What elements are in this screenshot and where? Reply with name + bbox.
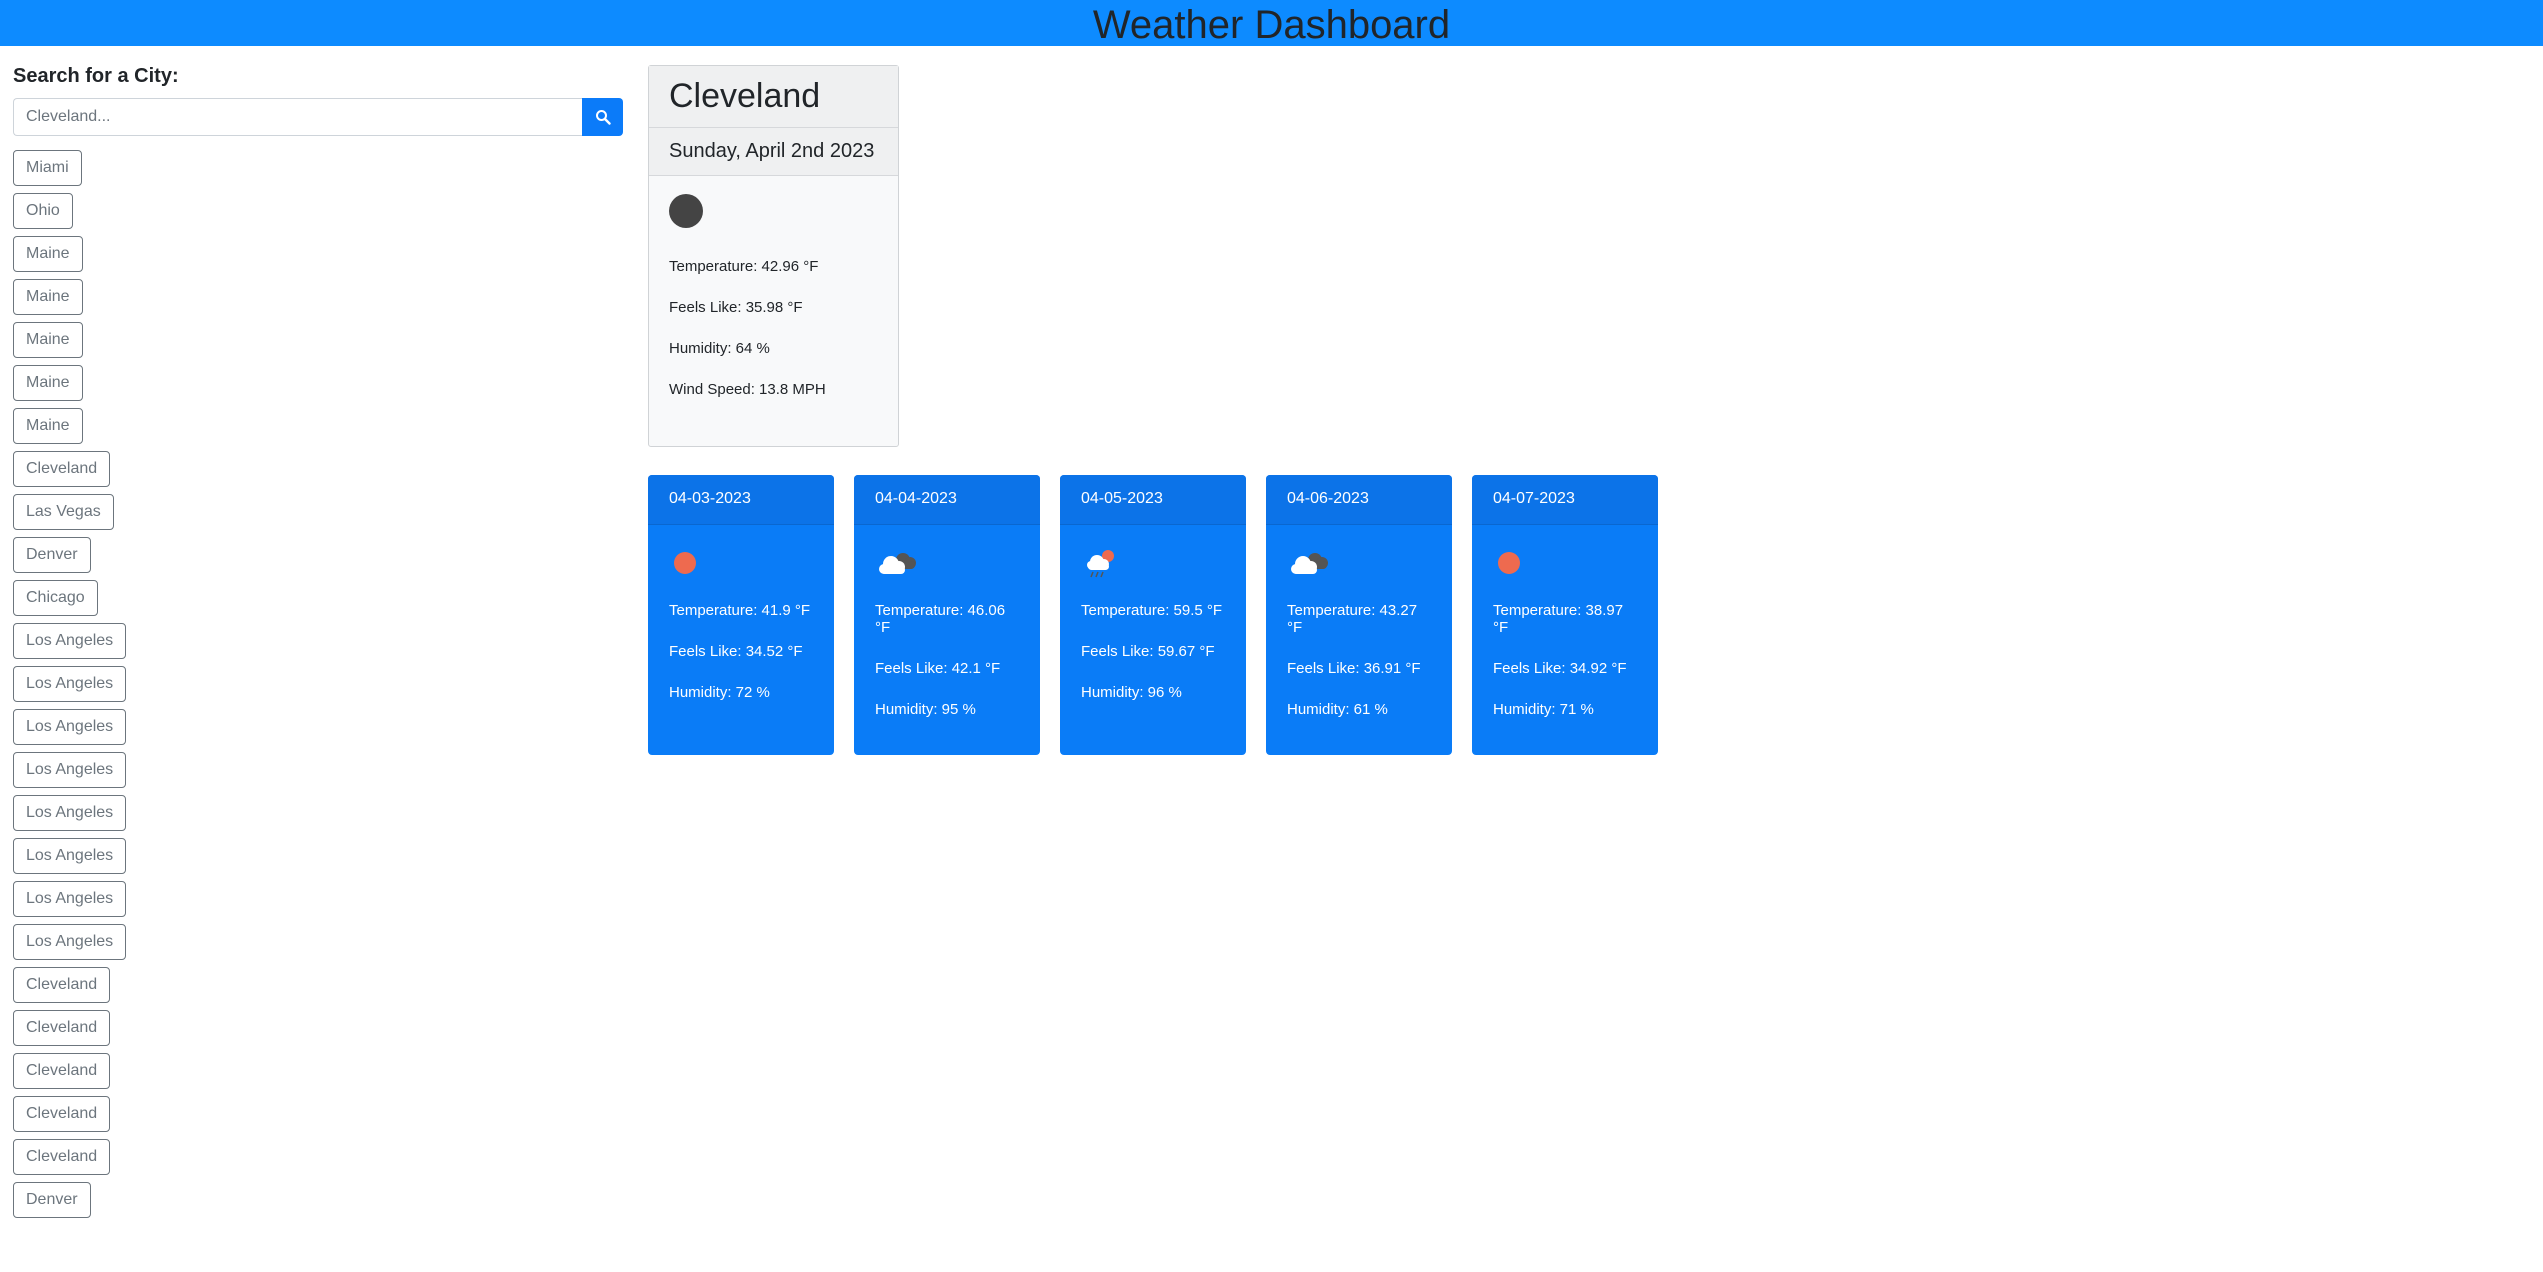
forecast-temperature: Temperature: 43.27 °F (1287, 602, 1418, 636)
forecast-date: 04-03-2023 (648, 475, 834, 525)
forecast-temperature: Temperature: 46.06 °F (875, 602, 1006, 636)
history-city-button[interactable]: Los Angeles (13, 795, 127, 831)
forecast-card: 04-05-2023 Temperature: 59.5 °F Feels Like… (1060, 475, 1246, 755)
history-city-button[interactable]: Los Angeles (13, 752, 127, 788)
forecast-humidity: Humidity: 96 % (1081, 684, 1182, 701)
forecast-feels-like: Feels Like: 34.52 °F (669, 643, 803, 660)
history-city-button[interactable]: Las Vegas (13, 494, 114, 530)
forecast-feels-like: Feels Like: 34.92 °F (1493, 660, 1627, 677)
forecast-body: Temperature: 43.27 °F Feels Like: 36.91 °… (1266, 525, 1452, 755)
forecast-temperature: Temperature: 38.97 °F (1493, 602, 1624, 636)
rain-icon (1087, 550, 1114, 578)
forecast-date: 04-06-2023 (1266, 475, 1452, 525)
forecast-humidity: Humidity: 72 % (669, 684, 770, 701)
forecast-humidity: Humidity: 61 % (1287, 701, 1388, 718)
current-weather-body: Temperature: 42.96 °F Feels Like: 35.98 … (649, 176, 898, 440)
search-button[interactable] (582, 98, 623, 136)
history-city-button[interactable]: Denver (13, 1182, 91, 1218)
moon-icon (669, 194, 703, 228)
history-city-button[interactable]: Maine (13, 365, 83, 401)
history-city-button[interactable]: Denver (13, 537, 91, 573)
history-city-button[interactable]: Cleveland (13, 1139, 111, 1175)
current-weather-card: Cleveland Sunday, April 2nd 2023 Tempera… (648, 65, 899, 447)
history-city-button[interactable]: Los Angeles (13, 623, 127, 659)
history-city-button[interactable]: Cleveland (13, 967, 111, 1003)
search-label: Search for a City: (13, 65, 179, 87)
broken-clouds-icon (879, 553, 916, 574)
history-city-button[interactable]: Cleveland (13, 451, 111, 487)
five-day-forecast: 04-03-2023 Temperature: 41.9 °F Feels Like… (648, 475, 1678, 755)
forecast-body: Temperature: 46.06 °F Feels Like: 42.1 °F… (854, 525, 1040, 755)
search-history: Miami Ohio Maine Maine Maine Maine Maine Clevel… (13, 150, 623, 1225)
forecast-feels-like: Feels Like: 42.1 °F (875, 660, 1001, 677)
history-city-button[interactable]: Los Angeles (13, 881, 127, 917)
forecast-date: 04-05-2023 (1060, 475, 1246, 525)
forecast-body: Temperature: 41.9 °F Feels Like: 34.52 °F… (648, 525, 834, 743)
history-city-button[interactable]: Los Angeles (13, 924, 127, 960)
search-row (13, 98, 623, 136)
history-city-button[interactable]: Cleveland (13, 1053, 111, 1089)
search-icon (595, 110, 611, 125)
forecast-humidity: Humidity: 95 % (875, 701, 976, 718)
current-date: Sunday, April 2nd 2023 (649, 128, 898, 176)
history-city-button[interactable]: Los Angeles (13, 838, 127, 874)
forecast-humidity: Humidity: 71 % (1493, 701, 1594, 718)
history-city-button[interactable]: Cleveland (13, 1096, 111, 1132)
history-city-button[interactable]: Miami (13, 150, 82, 186)
history-city-button[interactable]: Maine (13, 279, 83, 315)
sidebar: Search for a City: Miami Ohio Maine Maine Ma… (13, 65, 623, 1225)
history-city-button[interactable]: Maine (13, 236, 83, 272)
forecast-feels-like: Feels Like: 36.91 °F (1287, 660, 1421, 677)
forecast-card: 04-04-2023 Temperature: 46.06 °F Feels Lik… (854, 475, 1040, 755)
forecast-date: 04-04-2023 (854, 475, 1040, 525)
history-city-button[interactable]: Maine (13, 322, 83, 358)
page-header: Weather Dashboard (0, 0, 2543, 47)
forecast-card: 04-03-2023 Temperature: 41.9 °F Feels Like… (648, 475, 834, 755)
search-input[interactable] (13, 98, 582, 136)
history-city-button[interactable]: Cleveland (13, 1010, 111, 1046)
broken-clouds-icon (1291, 553, 1328, 574)
forecast-body: Temperature: 38.97 °F Feels Like: 34.92 °… (1472, 525, 1658, 755)
forecast-temperature: Temperature: 59.5 °F (1081, 602, 1223, 619)
current-humidity: Humidity: 64 % (669, 340, 770, 357)
history-city-button[interactable]: Chicago (13, 580, 98, 616)
history-city-button[interactable]: Maine (13, 408, 83, 444)
forecast-card: 04-06-2023 Temperature: 43.27 °F Feels Lik… (1266, 475, 1452, 755)
forecast-body: Temperature: 59.5 °F Feels Like: 59.67 °F… (1060, 525, 1246, 743)
history-city-button[interactable]: Ohio (13, 193, 73, 229)
history-city-button[interactable]: Los Angeles (13, 709, 127, 745)
current-feels-like: Feels Like: 35.98 °F (669, 299, 803, 316)
history-city-button[interactable]: Los Angeles (13, 666, 127, 702)
current-temperature: Temperature: 42.96 °F (669, 258, 819, 275)
sun-icon (1498, 552, 1520, 574)
page-title: Weather Dashboard (1092, 3, 1451, 47)
forecast-date: 04-07-2023 (1472, 475, 1658, 525)
sun-icon (674, 552, 696, 574)
current-wind-speed: Wind Speed: 13.8 MPH (669, 381, 826, 398)
current-city: Cleveland (649, 66, 898, 128)
forecast-feels-like: Feels Like: 59.67 °F (1081, 643, 1215, 660)
forecast-temperature: Temperature: 41.9 °F (669, 602, 811, 619)
forecast-card: 04-07-2023 Temperature: 38.97 °F Feels Lik… (1472, 475, 1658, 755)
